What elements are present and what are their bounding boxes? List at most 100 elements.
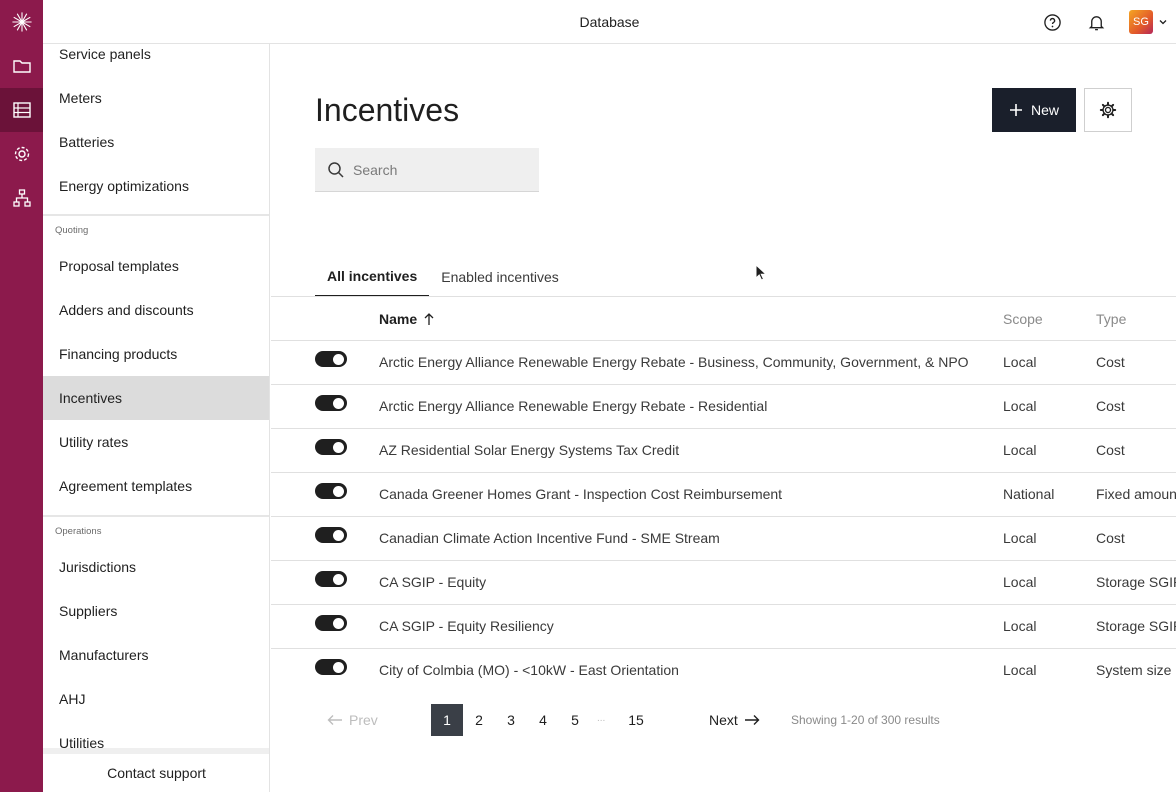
row-name[interactable]: CA SGIP - Equity Resiliency — [379, 618, 554, 634]
sort-ascending-icon — [424, 313, 434, 325]
page-3-button[interactable]: 3 — [495, 704, 527, 736]
row-scope: Local — [1003, 662, 1037, 678]
row-name[interactable]: Canadian Climate Action Incentive Fund -… — [379, 530, 720, 546]
sidebar-item-meters[interactable]: Meters — [43, 76, 269, 120]
row-scope: National — [1003, 486, 1055, 502]
top-bar: Database — [43, 0, 1176, 44]
arrow-right-icon — [744, 715, 760, 725]
contact-support-link[interactable]: Contact support — [43, 748, 269, 792]
row-scope: Local — [1003, 574, 1037, 590]
app-rail — [0, 0, 43, 792]
user-avatar[interactable]: SG — [1129, 10, 1153, 34]
pagination-ellipsis: ... — [597, 713, 606, 724]
sidebar-item-service-panels[interactable]: Service panels — [43, 44, 269, 76]
row-type: System size — [1096, 662, 1172, 678]
sidebar-item-incentives[interactable]: Incentives — [43, 376, 269, 420]
sidebar: Service panels Meters Batteries Energy o… — [43, 44, 270, 792]
mouse-cursor-icon — [755, 264, 767, 281]
column-header-scope[interactable]: Scope — [1003, 311, 1043, 327]
org-chart-icon[interactable] — [0, 176, 43, 220]
tab-all-incentives[interactable]: All incentives — [315, 256, 430, 297]
help-icon[interactable] — [1041, 11, 1063, 33]
table-row[interactable]: City of Colmbia (MO) - <10kW - East Orie… — [271, 649, 1176, 693]
table-row[interactable]: CA SGIP - Equity Resiliency Local Storag… — [271, 605, 1176, 649]
sunburst-logo-icon[interactable] — [0, 0, 43, 44]
row-name[interactable]: Canada Greener Homes Grant - Inspection … — [379, 486, 782, 502]
sidebar-item-proposal-templates[interactable]: Proposal templates — [43, 244, 269, 288]
page-4-button[interactable]: 4 — [527, 704, 559, 736]
row-type: Storage SGIP — [1096, 574, 1176, 590]
folder-icon[interactable] — [0, 44, 43, 88]
sidebar-item-energy-optimizations[interactable]: Energy optimizations — [43, 164, 269, 208]
gear-icon — [1099, 101, 1117, 119]
database-list-icon[interactable] — [0, 88, 43, 132]
page-title: Incentives — [315, 92, 460, 128]
table-settings-button[interactable] — [1084, 88, 1132, 132]
sidebar-item-financing-products[interactable]: Financing products — [43, 332, 269, 376]
search-icon — [328, 161, 344, 178]
sidebar-item-agreement-templates[interactable]: Agreement templates — [43, 464, 269, 508]
table-header: Name Scope Type — [271, 297, 1176, 341]
row-type: Storage SGIP — [1096, 618, 1176, 634]
enabled-toggle[interactable] — [315, 439, 347, 455]
main-content: Incentives New All incentives Enabled in… — [271, 44, 1176, 792]
enabled-toggle[interactable] — [315, 483, 347, 499]
sidebar-section-operations: Operations — [55, 526, 102, 537]
table-row[interactable]: Canadian Climate Action Incentive Fund -… — [271, 517, 1176, 561]
table-row[interactable]: CA SGIP - Equity Local Storage SGIP — [271, 561, 1176, 605]
table-row[interactable]: Arctic Energy Alliance Renewable Energy … — [271, 341, 1176, 385]
row-scope: Local — [1003, 618, 1037, 634]
sidebar-item-ahj[interactable]: AHJ — [43, 677, 269, 721]
sidebar-item-manufacturers[interactable]: Manufacturers — [43, 633, 269, 677]
sidebar-item-batteries[interactable]: Batteries — [43, 120, 269, 164]
tab-bar: All incentives Enabled incentives — [315, 256, 571, 297]
table-row[interactable]: AZ Residential Solar Energy Systems Tax … — [271, 429, 1176, 473]
page-15-button[interactable]: 15 — [620, 704, 652, 736]
sidebar-item-adders-and-discounts[interactable]: Adders and discounts — [43, 288, 269, 332]
chevron-down-icon[interactable] — [1158, 17, 1168, 27]
pagination: Prev 1 2 3 4 5 ... 15 Next Showing 1-20 … — [271, 704, 1176, 736]
row-name[interactable]: Arctic Energy Alliance Renewable Energy … — [379, 354, 969, 370]
search-input[interactable] — [353, 161, 533, 178]
row-scope: Local — [1003, 442, 1037, 458]
search-box[interactable] — [315, 148, 539, 192]
row-scope: Local — [1003, 530, 1037, 546]
app-title: Database — [579, 14, 640, 30]
row-scope: Local — [1003, 354, 1037, 370]
sidebar-item-utility-rates[interactable]: Utility rates — [43, 420, 269, 464]
gear-icon[interactable] — [0, 132, 43, 176]
page-2-button[interactable]: 2 — [463, 704, 495, 736]
new-incentive-button[interactable]: New — [992, 88, 1076, 132]
sidebar-divider — [43, 515, 269, 517]
enabled-toggle[interactable] — [315, 395, 347, 411]
column-header-name[interactable]: Name — [379, 311, 435, 327]
enabled-toggle[interactable] — [315, 615, 347, 631]
row-type: Cost — [1096, 354, 1125, 370]
enabled-toggle[interactable] — [315, 351, 347, 367]
row-name[interactable]: Arctic Energy Alliance Renewable Energy … — [379, 398, 767, 414]
row-type: Cost — [1096, 442, 1125, 458]
row-name[interactable]: AZ Residential Solar Energy Systems Tax … — [379, 442, 679, 458]
sidebar-section-quoting: Quoting — [55, 225, 89, 236]
notification-bell-icon[interactable] — [1085, 11, 1107, 33]
plus-icon — [1009, 104, 1022, 116]
row-name[interactable]: City of Colmbia (MO) - <10kW - East Orie… — [379, 662, 679, 678]
tab-enabled-incentives[interactable]: Enabled incentives — [429, 256, 571, 297]
table-row[interactable]: Canada Greener Homes Grant - Inspection … — [271, 473, 1176, 517]
row-name[interactable]: CA SGIP - Equity — [379, 574, 486, 590]
sidebar-item-suppliers[interactable]: Suppliers — [43, 589, 269, 633]
page-5-button[interactable]: 5 — [559, 704, 591, 736]
sidebar-divider — [43, 214, 269, 216]
enabled-toggle[interactable] — [315, 659, 347, 675]
enabled-toggle[interactable] — [315, 527, 347, 543]
page-1-button[interactable]: 1 — [431, 704, 463, 736]
column-header-type[interactable]: Type — [1096, 311, 1126, 327]
table-row[interactable]: Arctic Energy Alliance Renewable Energy … — [271, 385, 1176, 429]
row-type: Cost — [1096, 398, 1125, 414]
sidebar-item-jurisdictions[interactable]: Jurisdictions — [43, 545, 269, 589]
next-page-button[interactable]: Next — [709, 712, 760, 728]
enabled-toggle[interactable] — [315, 571, 347, 587]
prev-page-button[interactable]: Prev — [327, 712, 378, 728]
arrow-left-icon — [327, 715, 342, 725]
row-type: Cost — [1096, 530, 1125, 546]
